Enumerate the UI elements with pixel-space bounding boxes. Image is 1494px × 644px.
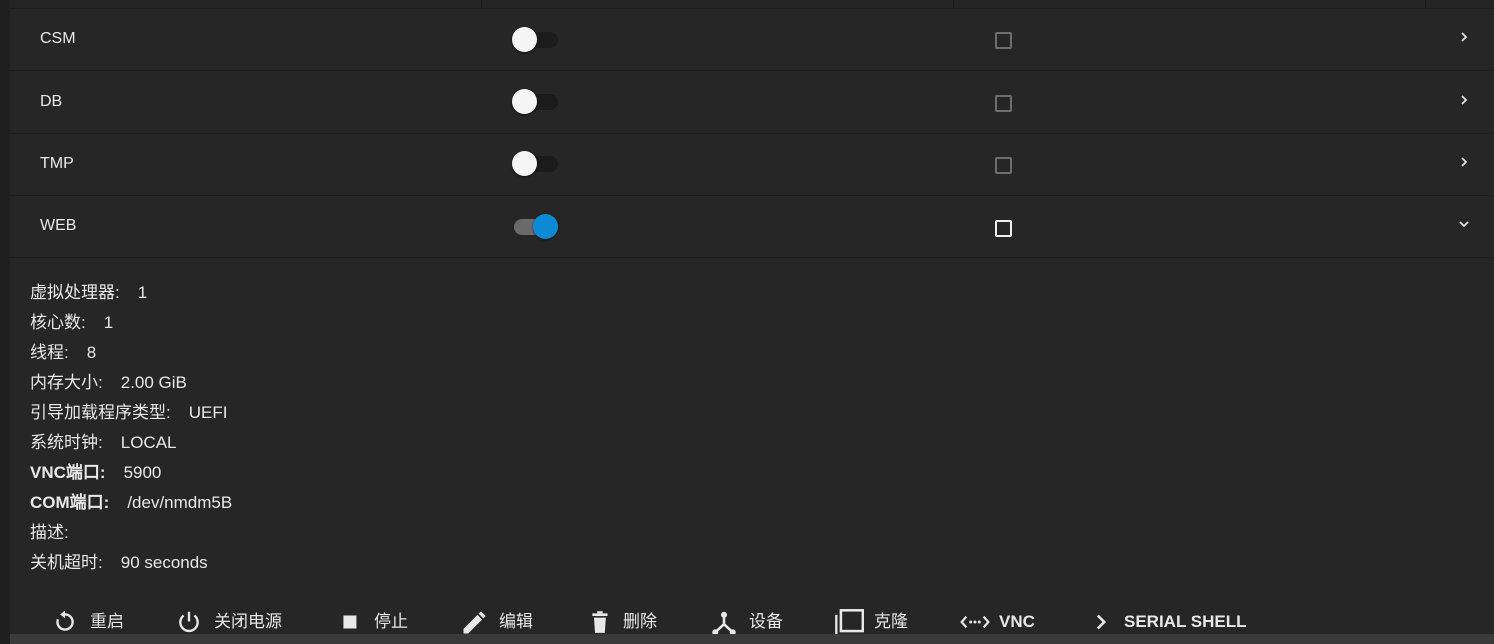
detail-clock: 系统时钟: LOCAL — [30, 428, 830, 458]
detail-bootloader: 引导加载程序类型: UEFI — [30, 398, 830, 428]
vnc-label: VNC — [999, 612, 1035, 631]
restart-icon — [56, 610, 74, 631]
select-checkbox[interactable] — [995, 157, 1012, 174]
select-checkbox[interactable] — [995, 220, 1012, 237]
detail-memory: 内存大小: 2.00 GiB — [30, 368, 830, 398]
detail-com-port: COM端口: /dev/nmdm5B — [30, 488, 830, 518]
clone-button[interactable]: 克隆 — [834, 608, 924, 637]
toggle-thumb — [512, 27, 537, 52]
toggle-thumb — [512, 151, 537, 176]
serial-shell-label: SERIAL SHELL — [1124, 612, 1247, 631]
stop-label: 停止 — [374, 612, 408, 631]
clone-icon — [835, 609, 864, 637]
edit-label: 编辑 — [499, 612, 533, 631]
edit-button[interactable]: 编辑 — [460, 608, 550, 636]
vm-details: 虚拟处理器: 1 核心数: 1 线程: 8 内存大小: 2.00 GiB 引导加载程序类… — [30, 278, 830, 578]
devices-label: 设备 — [749, 612, 783, 631]
vnc-button[interactable]: VNC — [960, 608, 1050, 636]
vnc-icon — [960, 615, 990, 629]
detail-vcpus: 虚拟处理器: 1 — [30, 278, 830, 308]
pencil-icon — [463, 611, 486, 634]
vm-row-db[interactable]: DB — [10, 71, 1494, 134]
detail-value: 1 — [103, 313, 114, 332]
detail-label: 虚拟处理器: — [30, 283, 120, 302]
column-divider — [481, 0, 482, 8]
detail-value: 1 — [137, 283, 148, 302]
vm-row-web[interactable]: WEB — [10, 195, 1494, 258]
column-divider — [1425, 0, 1426, 8]
serial-shell-button[interactable]: SERIAL SHELL — [1088, 608, 1248, 636]
detail-value: LOCAL — [120, 433, 177, 452]
detail-label: 关机超时: — [30, 553, 103, 572]
detail-value: /dev/nmdm5B — [127, 493, 233, 512]
stop-icon — [343, 615, 357, 629]
chevron-right-icon[interactable] — [1456, 154, 1472, 170]
horizontal-scrollbar[interactable] — [10, 634, 1494, 644]
power-off-label: 关闭电源 — [214, 612, 282, 631]
detail-label: VNC端口: — [30, 463, 106, 482]
detail-description: 描述: — [30, 518, 830, 548]
chevron-right-icon — [1096, 614, 1107, 630]
detail-label: 描述: — [30, 523, 69, 542]
vm-name: CSM — [40, 30, 76, 47]
select-checkbox[interactable] — [995, 95, 1012, 112]
trash-icon — [592, 611, 608, 633]
vm-name: WEB — [40, 217, 77, 234]
restart-label: 重启 — [90, 612, 124, 631]
detail-value: 90 seconds — [120, 553, 208, 572]
chevron-right-icon[interactable] — [1456, 29, 1472, 45]
power-off-button[interactable]: 关闭电源 — [176, 608, 296, 636]
detail-vnc-port: VNC端口: 5900 — [30, 458, 830, 488]
detail-value: 5900 — [123, 463, 162, 482]
detail-label: 核心数: — [30, 313, 86, 332]
chevron-down-icon[interactable] — [1456, 216, 1472, 232]
detail-shutdown-timeout: 关机超时: 90 seconds — [30, 548, 830, 578]
stop-button[interactable]: 停止 — [338, 608, 422, 636]
select-checkbox[interactable] — [995, 32, 1012, 49]
detail-cores: 核心数: 1 — [30, 308, 830, 338]
detail-value: 8 — [86, 343, 97, 362]
restart-button[interactable]: 重启 — [52, 608, 132, 636]
chevron-right-icon[interactable] — [1456, 92, 1472, 108]
delete-label: 删除 — [623, 612, 657, 631]
power-icon — [179, 611, 199, 633]
detail-label: 线程: — [30, 343, 69, 362]
vm-name: TMP — [40, 155, 74, 172]
devices-icon — [712, 611, 736, 636]
column-divider — [953, 0, 954, 8]
vm-list-panel: CSM DB TMP WEB 虚拟处理器: 1 核心数: 1 线程: 8 内存大… — [10, 0, 1494, 644]
autostart-toggle[interactable] — [512, 87, 558, 114]
vm-name: DB — [40, 93, 63, 110]
detail-value: 2.00 GiB — [120, 373, 187, 392]
clone-label: 克隆 — [874, 612, 908, 631]
toggle-thumb — [533, 214, 558, 239]
vm-row-csm[interactable]: CSM — [10, 8, 1494, 71]
detail-value: UEFI — [188, 403, 228, 422]
detail-threads: 线程: 8 — [30, 338, 830, 368]
delete-button[interactable]: 删除 — [588, 608, 674, 636]
autostart-toggle[interactable] — [512, 149, 558, 176]
toggle-thumb — [512, 89, 537, 114]
detail-label: 内存大小: — [30, 373, 103, 392]
detail-label: 引导加载程序类型: — [30, 403, 171, 422]
autostart-toggle[interactable] — [512, 25, 558, 52]
autostart-toggle[interactable] — [512, 212, 558, 239]
devices-button[interactable]: 设备 — [710, 608, 796, 636]
detail-label: COM端口: — [30, 493, 110, 512]
detail-label: 系统时钟: — [30, 433, 103, 452]
vm-row-tmp[interactable]: TMP — [10, 133, 1494, 196]
